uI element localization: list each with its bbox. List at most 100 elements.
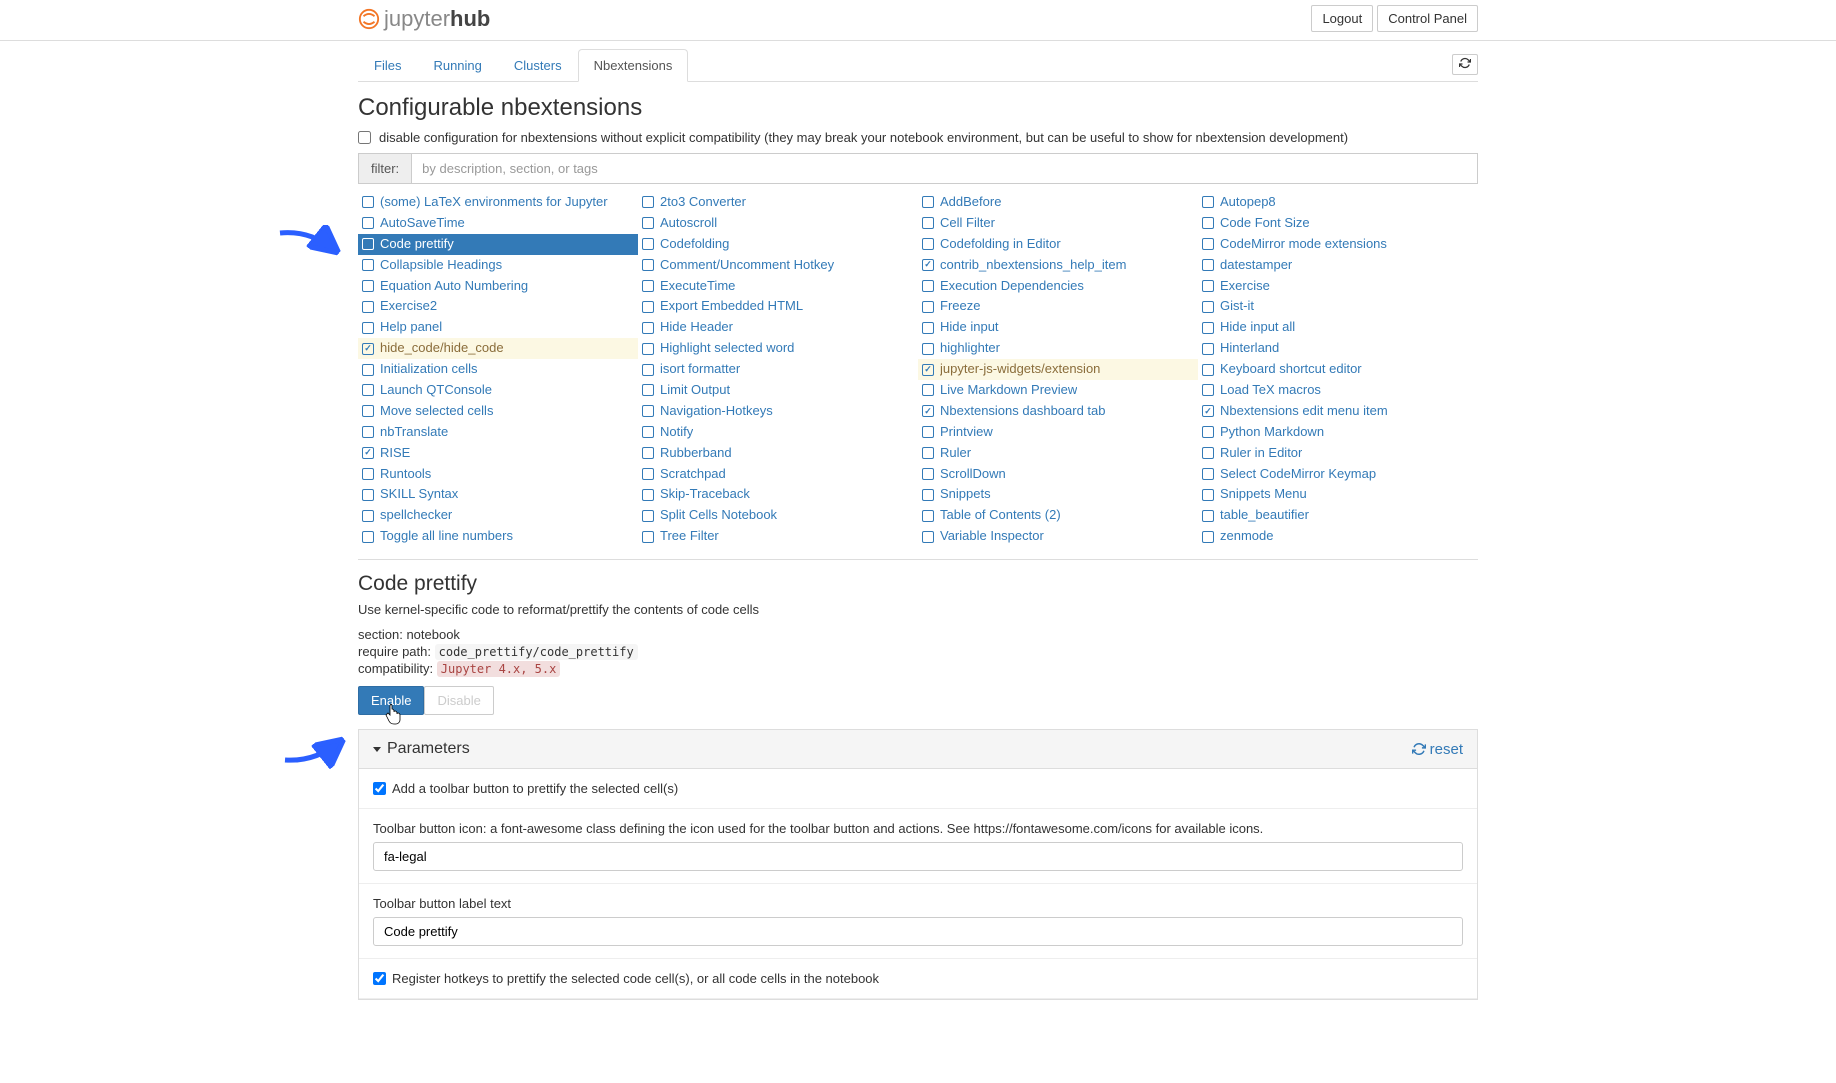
checkbox-icon[interactable]: [922, 343, 934, 355]
checkbox-icon[interactable]: [362, 301, 374, 313]
extension-item[interactable]: Snippets: [918, 484, 1198, 505]
checkbox-icon[interactable]: [1202, 322, 1214, 334]
extension-item[interactable]: Python Markdown: [1198, 422, 1478, 443]
extension-item[interactable]: ExecuteTime: [638, 276, 918, 297]
checkbox-icon[interactable]: [922, 196, 934, 208]
extension-item[interactable]: Launch QTConsole: [358, 380, 638, 401]
tab-nbextensions[interactable]: Nbextensions: [578, 49, 689, 82]
control-panel-button[interactable]: Control Panel: [1377, 5, 1478, 32]
extension-item[interactable]: Exercise: [1198, 276, 1478, 297]
extension-item[interactable]: Hide input all: [1198, 317, 1478, 338]
checkbox-icon[interactable]: [362, 426, 374, 438]
checkbox-icon[interactable]: [362, 405, 374, 417]
checkbox-icon[interactable]: [642, 259, 654, 271]
parameters-header[interactable]: Parameters reset: [359, 730, 1477, 769]
extension-item[interactable]: AddBefore: [918, 192, 1198, 213]
logo[interactable]: jupyterhub: [358, 6, 490, 32]
extension-item[interactable]: SKILL Syntax: [358, 484, 638, 505]
extension-item[interactable]: Hide input: [918, 317, 1198, 338]
filter-input[interactable]: [412, 154, 1477, 183]
checkbox-icon[interactable]: [1202, 468, 1214, 480]
extension-item[interactable]: AutoSaveTime: [358, 213, 638, 234]
checkbox-icon[interactable]: [362, 322, 374, 334]
extension-item[interactable]: Highlight selected word: [638, 338, 918, 359]
checkbox-icon[interactable]: [642, 322, 654, 334]
checkbox-icon[interactable]: [922, 301, 934, 313]
extension-item[interactable]: 2to3 Converter: [638, 192, 918, 213]
checkbox-icon[interactable]: [922, 510, 934, 522]
extension-item[interactable]: Tree Filter: [638, 526, 918, 547]
extension-item[interactable]: Ruler: [918, 443, 1198, 464]
checkbox-icon[interactable]: [642, 217, 654, 229]
checkbox-icon[interactable]: [922, 384, 934, 396]
extension-item[interactable]: Printview: [918, 422, 1198, 443]
extension-item[interactable]: Hinterland: [1198, 338, 1478, 359]
checkbox-icon[interactable]: [362, 364, 374, 376]
extension-item[interactable]: Snippets Menu: [1198, 484, 1478, 505]
checkbox-icon[interactable]: [1202, 217, 1214, 229]
checkbox-icon[interactable]: [1202, 510, 1214, 522]
checkbox-icon[interactable]: [642, 426, 654, 438]
checkbox-icon[interactable]: [362, 196, 374, 208]
checkbox-icon[interactable]: [922, 364, 934, 376]
checkbox-icon[interactable]: [1202, 301, 1214, 313]
disable-compat-checkbox[interactable]: [358, 131, 371, 144]
extension-item[interactable]: Keyboard shortcut editor: [1198, 359, 1478, 380]
refresh-button[interactable]: [1452, 54, 1478, 75]
checkbox-icon[interactable]: [362, 468, 374, 480]
extension-item[interactable]: hide_code/hide_code: [358, 338, 638, 359]
checkbox-icon[interactable]: [362, 489, 374, 501]
checkbox-icon[interactable]: [922, 405, 934, 417]
checkbox-icon[interactable]: [922, 447, 934, 459]
extension-item[interactable]: ScrollDown: [918, 464, 1198, 485]
checkbox-icon[interactable]: [642, 364, 654, 376]
extension-item[interactable]: contrib_nbextensions_help_item: [918, 255, 1198, 276]
checkbox-icon[interactable]: [642, 447, 654, 459]
checkbox-icon[interactable]: [1202, 426, 1214, 438]
extension-item[interactable]: Codefolding: [638, 234, 918, 255]
checkbox-icon[interactable]: [642, 405, 654, 417]
extension-item[interactable]: spellchecker: [358, 505, 638, 526]
checkbox-icon[interactable]: [642, 196, 654, 208]
extension-item[interactable]: Collapsible Headings: [358, 255, 638, 276]
extension-item[interactable]: Autopep8: [1198, 192, 1478, 213]
extension-item[interactable]: Rubberband: [638, 443, 918, 464]
extension-item[interactable]: Execution Dependencies: [918, 276, 1198, 297]
extension-item[interactable]: nbTranslate: [358, 422, 638, 443]
checkbox-icon[interactable]: [1202, 364, 1214, 376]
reset-link[interactable]: reset: [1412, 741, 1463, 758]
checkbox-icon[interactable]: [1202, 238, 1214, 250]
tab-clusters[interactable]: Clusters: [498, 49, 578, 82]
checkbox-icon[interactable]: [362, 384, 374, 396]
checkbox-icon[interactable]: [642, 510, 654, 522]
checkbox-icon[interactable]: [362, 531, 374, 543]
extension-item[interactable]: highlighter: [918, 338, 1198, 359]
checkbox-icon[interactable]: [922, 217, 934, 229]
checkbox-icon[interactable]: [362, 259, 374, 271]
checkbox-icon[interactable]: [642, 301, 654, 313]
extension-item[interactable]: Table of Contents (2): [918, 505, 1198, 526]
checkbox-icon[interactable]: [1202, 196, 1214, 208]
enable-button[interactable]: Enable: [358, 686, 424, 715]
extension-item[interactable]: Export Embedded HTML: [638, 296, 918, 317]
extension-item[interactable]: Move selected cells: [358, 401, 638, 422]
checkbox-icon[interactable]: [922, 531, 934, 543]
extension-item[interactable]: Codefolding in Editor: [918, 234, 1198, 255]
extension-item[interactable]: Load TeX macros: [1198, 380, 1478, 401]
checkbox-icon[interactable]: [922, 259, 934, 271]
tab-files[interactable]: Files: [358, 49, 417, 82]
checkbox-icon[interactable]: [1202, 405, 1214, 417]
checkbox-icon[interactable]: [362, 447, 374, 459]
checkbox-icon[interactable]: [642, 384, 654, 396]
checkbox-icon[interactable]: [1202, 259, 1214, 271]
checkbox-icon[interactable]: [922, 238, 934, 250]
extension-item[interactable]: Gist-it: [1198, 296, 1478, 317]
logout-button[interactable]: Logout: [1311, 5, 1373, 32]
checkbox-icon[interactable]: [642, 343, 654, 355]
extension-item[interactable]: Cell Filter: [918, 213, 1198, 234]
checkbox-icon[interactable]: [922, 426, 934, 438]
param-label-input[interactable]: [373, 917, 1463, 946]
extension-item[interactable]: isort formatter: [638, 359, 918, 380]
extension-item[interactable]: Variable Inspector: [918, 526, 1198, 547]
checkbox-icon[interactable]: [362, 238, 374, 250]
